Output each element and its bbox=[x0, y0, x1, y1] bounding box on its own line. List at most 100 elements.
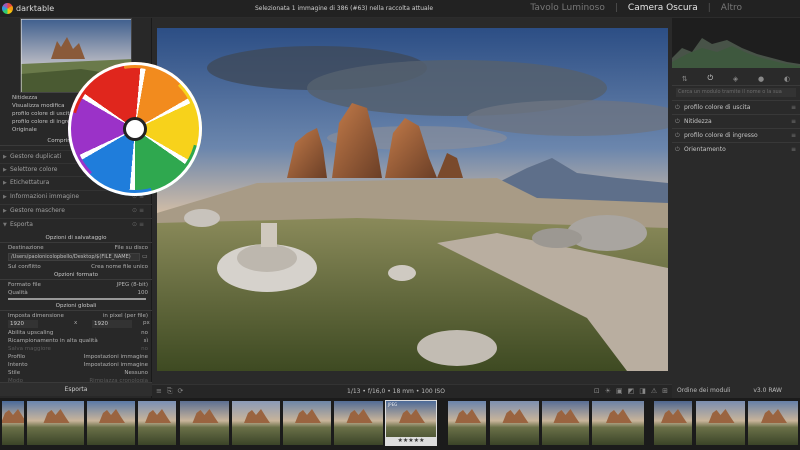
filmstrip-thumbnail[interactable] bbox=[654, 401, 692, 445]
module-order-label: Ordine dei moduli bbox=[677, 387, 731, 394]
filmstrip-thumbnail[interactable] bbox=[232, 401, 280, 445]
active-modules-icon[interactable]: ⏻ bbox=[708, 74, 714, 83]
display-profile-icon[interactable]: ⊡ bbox=[594, 387, 600, 395]
base-modules-icon[interactable]: ◈ bbox=[733, 75, 738, 83]
filmstrip-thumbnail[interactable]: JPEG ★★★★★ bbox=[385, 400, 437, 446]
raw-overexposed-icon[interactable]: ▣ bbox=[616, 387, 623, 395]
thumbnail-peaks bbox=[192, 409, 219, 423]
main-photo[interactable] bbox=[157, 28, 668, 371]
center-bottom-bar: ≡ ⎘ ⟳ 1/13 • f/16,0 • 18 mm • 100 ISO ⊡ … bbox=[152, 384, 672, 398]
preset-icon[interactable]: ⊙ ≡ bbox=[132, 219, 144, 231]
filmstrip-thumbnail[interactable] bbox=[542, 401, 589, 445]
module-input-color-profile[interactable]: ⏻ profilo colore di ingresso ≡ bbox=[672, 128, 800, 142]
presets-icon[interactable]: ≡ bbox=[791, 129, 796, 143]
menu-icon[interactable]: ≡ bbox=[156, 387, 162, 396]
gamut-check-icon[interactable]: ⚠ bbox=[651, 387, 657, 395]
star-rating[interactable]: ★★★★★ bbox=[386, 437, 436, 445]
filmstrip-thumbnail[interactable] bbox=[334, 401, 383, 445]
size-mode-select[interactable]: Imposta dimensione in pixel (per file) bbox=[8, 312, 150, 320]
quality-slider-row[interactable]: Qualità 100 bbox=[8, 289, 150, 297]
thumbnail-peaks bbox=[244, 409, 270, 423]
aperture-hub bbox=[123, 117, 147, 141]
correction-modules-icon[interactable]: ◐ bbox=[784, 75, 790, 83]
module-sharpen[interactable]: ⏻ Nitidezza ≡ bbox=[672, 114, 800, 128]
destination-select[interactable]: Destinazione File su disco bbox=[8, 244, 150, 252]
softproof-icon[interactable]: ◨ bbox=[639, 387, 646, 395]
hq-resampling-toggle[interactable]: Ricampionamento in alta qualità sì bbox=[8, 337, 150, 345]
height-input[interactable]: 1920 bbox=[92, 320, 132, 328]
snapshot-icon[interactable]: ⟳ bbox=[177, 387, 183, 396]
power-icon[interactable]: ⏻ bbox=[675, 143, 680, 157]
module-order-row[interactable]: Ordine dei moduli v3.0 RAW bbox=[672, 384, 800, 398]
filmstrip-thumbnail[interactable] bbox=[448, 401, 486, 445]
filmstrip-thumbnail[interactable] bbox=[696, 401, 745, 445]
field-value: no bbox=[141, 330, 148, 336]
filmstrip-thumbnail[interactable] bbox=[283, 401, 331, 445]
clipping-icon[interactable]: ◩ bbox=[628, 387, 635, 395]
intent-select[interactable]: Intento Impostazioni immagine bbox=[8, 361, 150, 369]
styles-icon[interactable]: ⎘ bbox=[167, 387, 173, 396]
power-icon[interactable]: ⏻ bbox=[675, 115, 680, 129]
power-icon[interactable]: ⏻ bbox=[675, 129, 680, 143]
darktable-logo-icon bbox=[2, 3, 13, 14]
view-lighttable[interactable]: Tavolo Luminoso bbox=[530, 3, 604, 13]
color-modules-icon[interactable]: ● bbox=[758, 75, 764, 83]
quick-access-icon[interactable]: ⇅ bbox=[682, 75, 688, 83]
guides-icon[interactable]: ⊞ bbox=[662, 387, 668, 395]
filmstrip-thumbnail[interactable] bbox=[748, 401, 798, 445]
quality-slider[interactable] bbox=[8, 298, 146, 300]
history-item[interactable]: Originale bbox=[12, 126, 37, 134]
field-label: Salva maggiore bbox=[8, 346, 51, 352]
save-larger-toggle[interactable]: Salva maggiore no bbox=[8, 345, 150, 353]
filmstrip-thumbnail[interactable] bbox=[592, 401, 644, 445]
preset-icon[interactable]: ⊙ ≡ bbox=[132, 205, 144, 217]
filmstrip: JPEG ★★★★★ bbox=[0, 398, 800, 450]
filmstrip-thumbnail[interactable] bbox=[27, 401, 84, 445]
field-label: Ricampionamento in alta qualità bbox=[8, 338, 98, 344]
module-output-color-profile[interactable]: ⏻ profilo colore di uscita ≡ bbox=[672, 100, 800, 114]
filmstrip-thumbnail[interactable] bbox=[138, 401, 176, 445]
upscale-toggle[interactable]: Abilita upscaling no bbox=[8, 329, 150, 337]
thumbnail-peaks bbox=[346, 409, 373, 423]
module-label: profilo colore di uscita bbox=[684, 104, 751, 111]
format-select[interactable]: Formato file JPEG (8-bit) bbox=[8, 281, 150, 289]
module-search-input[interactable]: Cerca un modulo tramite il nome o la sua bbox=[676, 88, 796, 97]
history-item[interactable]: Nitidezza bbox=[12, 94, 37, 102]
history-item[interactable]: Visualizza modifica bbox=[12, 102, 64, 110]
presets-icon[interactable]: ≡ bbox=[791, 143, 796, 157]
field-value: Nessuno bbox=[124, 370, 148, 376]
selection-status: Selezionata 1 immagine di 386 (#63) nell… bbox=[255, 5, 434, 12]
folder-icon[interactable]: ▭ bbox=[142, 253, 148, 260]
section-mask-manager[interactable]: ▶ Gestore maschere ⊙ ≡ bbox=[0, 204, 152, 216]
thumbnail-peaks bbox=[295, 409, 321, 423]
module-orientation[interactable]: ⏻ Orientamento ≡ bbox=[672, 142, 800, 156]
field-label: Qualità bbox=[8, 290, 28, 296]
thumbnail-peaks bbox=[2, 409, 24, 423]
export-path-input[interactable]: /Users/paolonicolopbello/Desktop/$(FILE_… bbox=[8, 253, 140, 261]
filmstrip-thumbnail[interactable] bbox=[490, 401, 539, 445]
top-bar: darktable Selezionata 1 immagine di 386 … bbox=[0, 0, 800, 18]
bulb-icon[interactable]: ☀ bbox=[605, 387, 611, 395]
view-darkroom[interactable]: Camera Oscura bbox=[628, 3, 698, 13]
profile-select[interactable]: Profilo Impostazioni immagine bbox=[8, 353, 150, 361]
histogram[interactable] bbox=[672, 18, 800, 68]
width-input[interactable]: 1920 bbox=[8, 320, 38, 328]
presets-icon[interactable]: ≡ bbox=[791, 101, 796, 115]
filmstrip-thumbnail[interactable] bbox=[180, 401, 229, 445]
style-select[interactable]: Stile Nessuno bbox=[8, 369, 150, 377]
section-label: Gestore maschere bbox=[10, 207, 65, 214]
global-options-header: Opzioni globali bbox=[0, 301, 152, 311]
filmstrip-thumbnail[interactable] bbox=[2, 401, 24, 445]
field-label: Stile bbox=[8, 370, 21, 376]
filmstrip-thumbnail[interactable] bbox=[87, 401, 135, 445]
history-item[interactable]: profilo colore di uscita bbox=[12, 110, 73, 118]
expand-icon: ▶ bbox=[3, 167, 7, 173]
view-other[interactable]: Altro bbox=[721, 3, 742, 13]
thumbnail-peaks bbox=[761, 409, 787, 423]
export-button[interactable]: Esporta bbox=[0, 382, 152, 396]
right-toolbar-icons: ⊡ ☀ ▣ ◩ ◨ ⚠ ⊞ bbox=[594, 387, 668, 395]
size-times-label: x bbox=[74, 320, 78, 326]
presets-icon[interactable]: ≡ bbox=[791, 115, 796, 129]
section-export[interactable]: ▼ Esporta ⊙ ≡ bbox=[0, 218, 152, 230]
power-icon[interactable]: ⏻ bbox=[675, 101, 680, 115]
